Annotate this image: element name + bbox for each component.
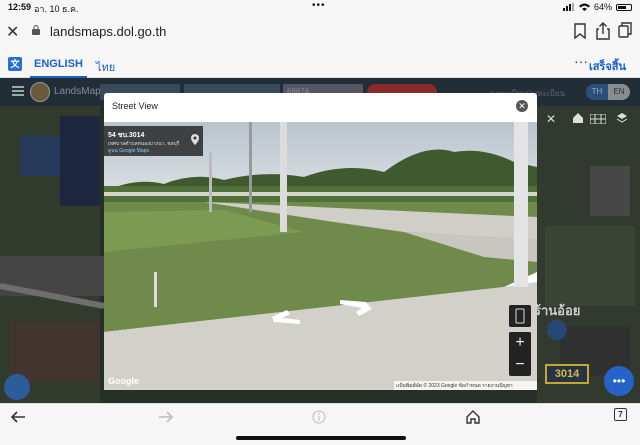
layers-icon[interactable] bbox=[616, 112, 628, 124]
map-pin-icon[interactable] bbox=[191, 134, 199, 145]
home-icon[interactable] bbox=[572, 112, 584, 124]
home-button-icon[interactable] bbox=[466, 410, 480, 424]
info-icon[interactable] bbox=[312, 410, 326, 424]
translate-icon: 文 bbox=[8, 57, 22, 71]
panorama-image bbox=[104, 122, 537, 390]
address-field[interactable]: landsmaps.dol.go.th bbox=[26, 19, 638, 45]
modal-close-button[interactable]: ✕ bbox=[516, 100, 528, 112]
tab-count-button[interactable]: 7 bbox=[614, 408, 627, 421]
menu-fab-button[interactable]: ••• bbox=[604, 366, 634, 396]
location-infobox: 54 ชบ.3014 เทศบาลตำบลหนองบางนา, ชลบุรี ด… bbox=[104, 126, 203, 156]
tab-english[interactable]: ENGLISH bbox=[30, 55, 87, 78]
streetview-pegman-button[interactable] bbox=[4, 374, 30, 400]
phone-orientation-icon bbox=[515, 308, 525, 324]
home-indicator bbox=[236, 436, 406, 440]
app-name: LandsMaps bbox=[54, 86, 106, 97]
close-icon[interactable]: ✕ bbox=[6, 22, 19, 42]
forward-arrow-icon[interactable] bbox=[158, 410, 174, 424]
share-icon[interactable] bbox=[596, 22, 610, 40]
pegman-control[interactable] bbox=[509, 305, 531, 327]
tabs-icon[interactable] bbox=[618, 22, 632, 38]
map-place-label: ร้านอ้อย bbox=[534, 303, 581, 318]
more-icon[interactable]: ··· bbox=[574, 53, 588, 69]
dol-logo bbox=[30, 82, 50, 102]
modal-title: Street View bbox=[112, 101, 158, 111]
status-time: 12:59 bbox=[8, 2, 32, 12]
status-bar: 12:59 อา. 10 ธ.ค. ••• 64% bbox=[0, 0, 640, 14]
zoom-in-button[interactable]: + bbox=[509, 332, 531, 354]
road-number-label: 3014 bbox=[545, 364, 589, 384]
url-text: landsmaps.dol.go.th bbox=[50, 24, 167, 39]
translate-bar: 文 ENGLISH ไทย ··· เสร็จสิ้น bbox=[0, 50, 640, 78]
zoom-out-button[interactable]: − bbox=[509, 354, 531, 376]
lock-icon bbox=[32, 25, 40, 35]
lang-en-button[interactable]: EN bbox=[608, 84, 630, 100]
streetview-modal: Street View ✕ 54 ชบ.3014 เทศบาลตำบลหนองบ… bbox=[104, 93, 537, 390]
menu-icon[interactable] bbox=[12, 86, 24, 96]
wifi-icon bbox=[578, 3, 590, 11]
zoom-control: + − bbox=[509, 332, 531, 376]
signal-icon bbox=[562, 3, 574, 11]
map-close-icon[interactable]: ✕ bbox=[546, 112, 556, 126]
url-bar: ✕ landsmaps.dol.go.th bbox=[0, 14, 640, 50]
multitask-dots[interactable]: ••• bbox=[312, 0, 326, 11]
done-button[interactable]: เสร็จสิ้น bbox=[589, 57, 626, 75]
bookmark-icon[interactable] bbox=[574, 23, 586, 39]
attribution-bar[interactable]: แป้นพิมพ์ลัด © 2023 Google ข้อกำหนด รายง… bbox=[394, 381, 537, 390]
streetview-panorama[interactable]: 54 ชบ.3014 เทศบาลตำบลหนองบางนา, ชลบุรี ด… bbox=[104, 122, 537, 390]
tab-thai[interactable]: ไทย bbox=[94, 55, 117, 79]
google-logo: Google bbox=[108, 376, 139, 386]
grid-icon[interactable] bbox=[590, 114, 606, 124]
google-maps-link[interactable]: ดูบน Google Maps bbox=[108, 147, 149, 155]
battery-percent: 64% bbox=[593, 2, 612, 12]
battery-icon bbox=[616, 3, 632, 11]
back-arrow-icon[interactable] bbox=[10, 410, 26, 424]
lang-th-button[interactable]: TH bbox=[586, 84, 608, 100]
